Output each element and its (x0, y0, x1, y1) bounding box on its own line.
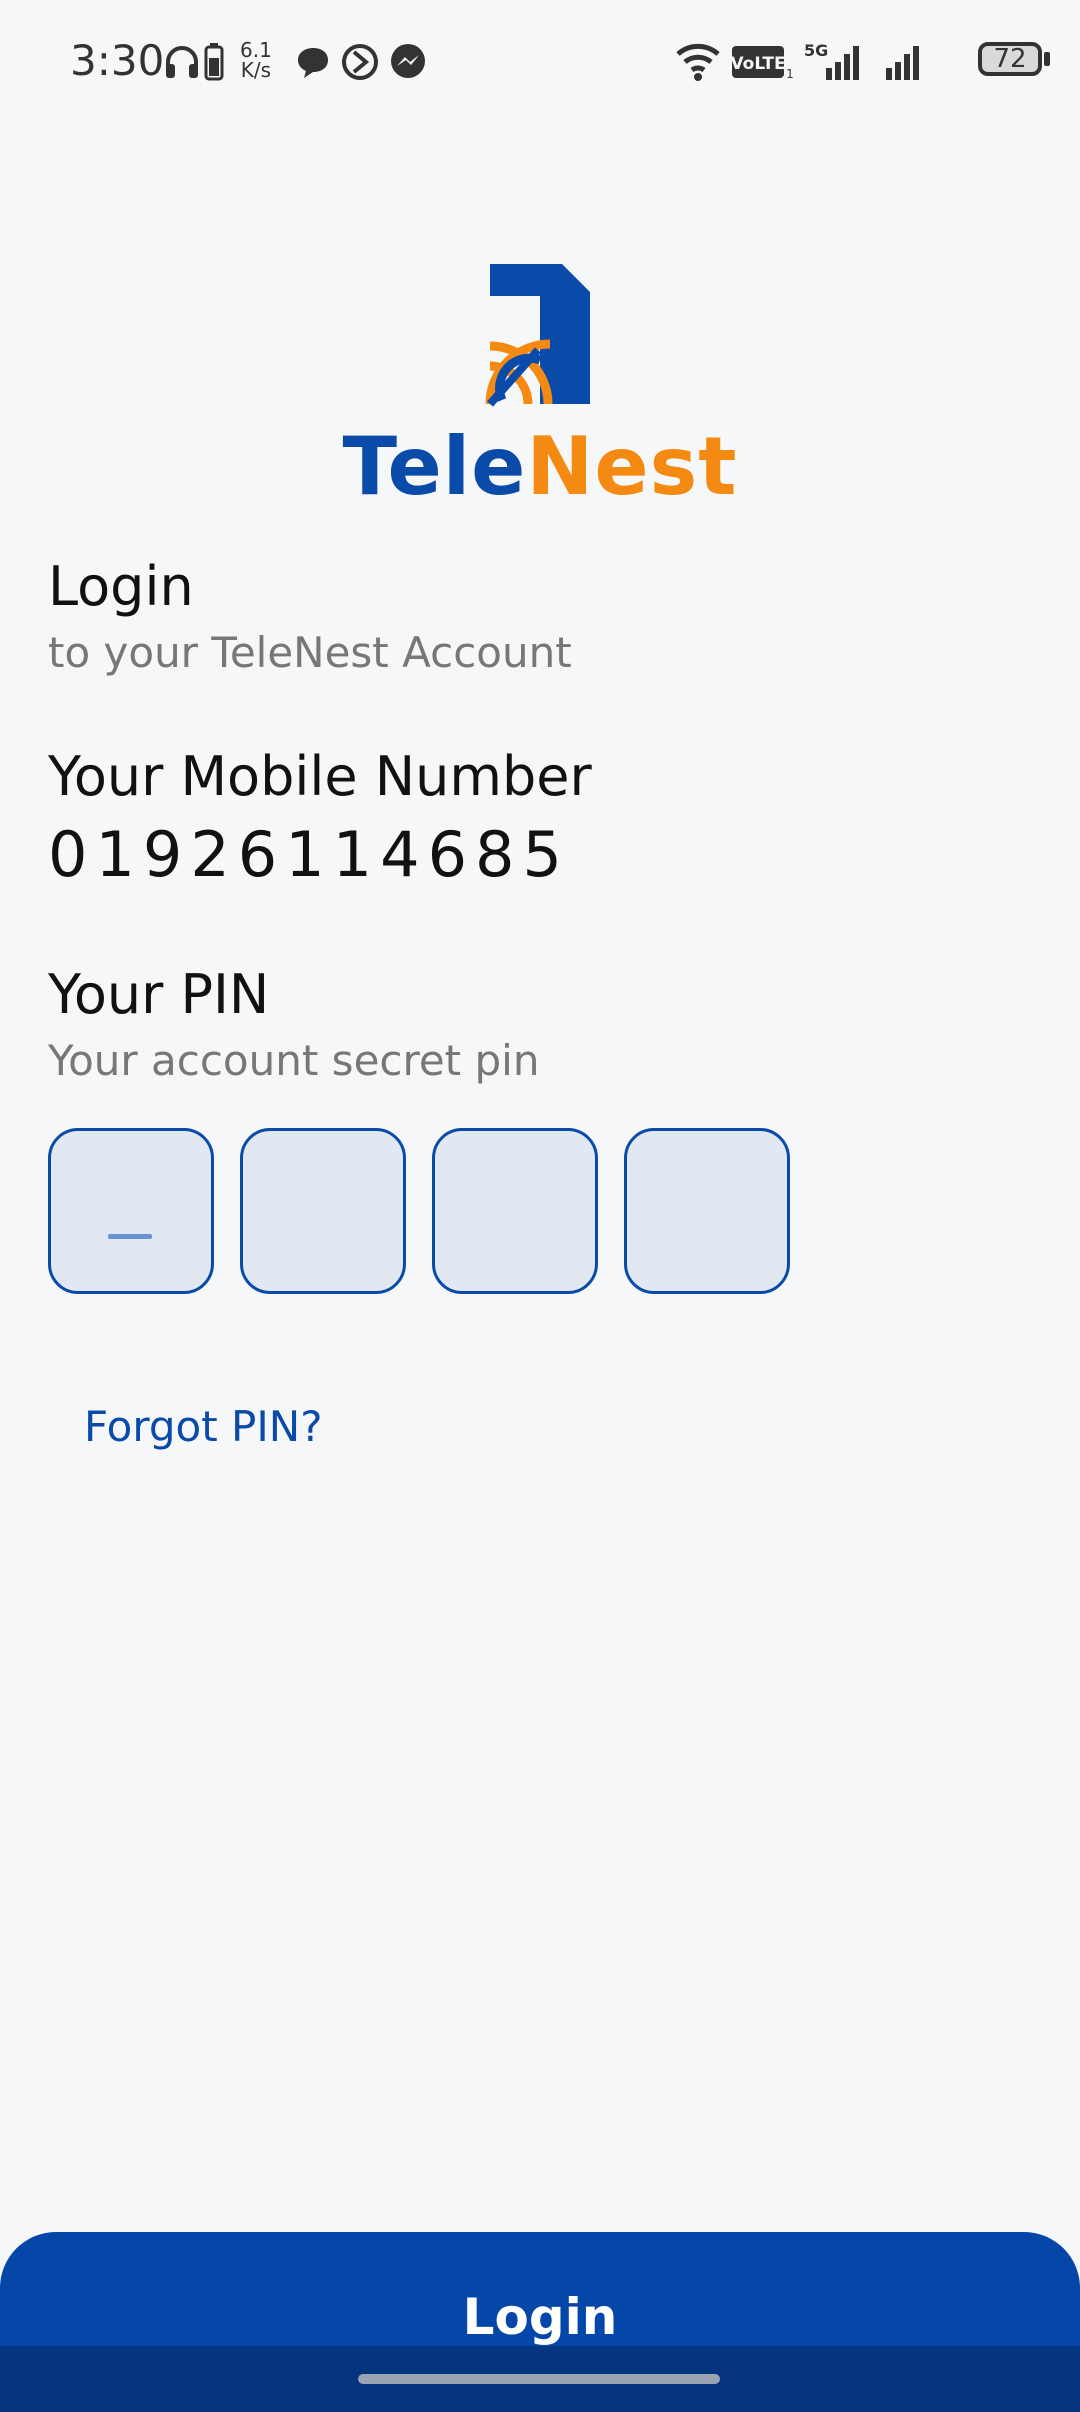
pin-digit-4[interactable] (624, 1128, 790, 1294)
battery-indicator: 72 (978, 42, 1042, 76)
sim-card-logo-icon (480, 264, 590, 407)
wifi-icon (676, 43, 720, 81)
pin-digit-3[interactable] (432, 1128, 598, 1294)
status-time: 3:30 (70, 36, 165, 85)
svg-text:5G: 5G (804, 41, 828, 60)
5g-signal-icon: 5G (804, 41, 859, 80)
net-speed-value: 6.1 (240, 38, 272, 62)
network-speed: 6.1 K/s (240, 40, 272, 80)
brand-name-part2: Nest (526, 420, 738, 513)
battery-tip (1044, 52, 1050, 66)
pin-input-group (48, 1128, 790, 1294)
pin-cursor (108, 1234, 152, 1239)
brand-name: TeleNest (0, 420, 1080, 513)
net-speed-unit: K/s (240, 58, 272, 82)
forgot-pin-link[interactable]: Forgot PIN? (84, 1402, 323, 1451)
page-subtitle: to your TeleNest Account (48, 628, 572, 677)
app-logo (0, 250, 1080, 410)
pin-digit-1[interactable] (48, 1128, 214, 1294)
page-title: Login (48, 555, 194, 618)
pin-digit-2[interactable] (240, 1128, 406, 1294)
headphones-icon (166, 46, 198, 78)
status-bar: 3:30 6.1 K/s VoLTE 1 5G 72 (0, 0, 1080, 124)
volte-icon: VoLTE 1 (732, 46, 794, 80)
home-gesture-handle[interactable] (358, 2374, 720, 2384)
pin-sublabel: Your account secret pin (48, 1036, 540, 1085)
brand-name-part1: Tele (342, 420, 527, 513)
clock-icon (342, 44, 378, 80)
mobile-number-value: 01926114685 (48, 818, 570, 891)
chat-icon (298, 48, 328, 78)
signal-icon (886, 46, 919, 80)
mobile-number-label: Your Mobile Number (48, 745, 592, 808)
battery-small-icon (204, 43, 224, 81)
pin-label: Your PIN (48, 963, 270, 1026)
messenger-icon (391, 44, 425, 78)
svg-text:VoLTE: VoLTE (732, 54, 786, 74)
svg-text:1: 1 (786, 67, 794, 80)
